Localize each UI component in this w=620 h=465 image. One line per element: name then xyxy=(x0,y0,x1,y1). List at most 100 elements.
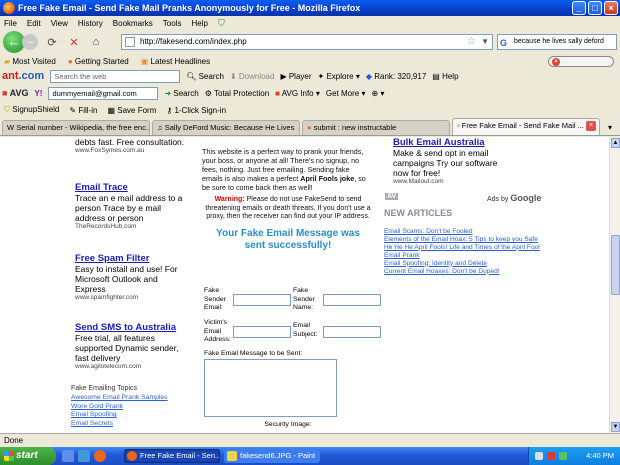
url-text: http://fakesend.com/index.php xyxy=(140,37,247,46)
task-paint[interactable]: fakesend6.JPG - Paint xyxy=(224,449,320,463)
topic-link[interactable]: Awesome Email Prank Samples xyxy=(71,394,191,403)
avg-get-more-button[interactable]: Get More ▾ xyxy=(326,89,366,98)
ad-send-sms[interactable]: Send SMS to Australia Free trial, all fe… xyxy=(75,322,193,370)
sender-email-field[interactable] xyxy=(233,294,291,306)
minimize-button[interactable]: _ xyxy=(572,1,586,15)
victim-email-field[interactable] xyxy=(233,326,291,338)
ad-debts[interactable]: debts fast. Free consultation. www.FoxSy… xyxy=(75,137,184,154)
close-icon: × xyxy=(552,58,560,66)
key-icon: ⚷ xyxy=(166,105,173,115)
ads-by-google[interactable]: Ads by Google xyxy=(487,193,541,203)
one-click-signin-button[interactable]: ⚷ 1-Click Sign-in xyxy=(166,106,226,115)
adchoices-icon[interactable]: AV xyxy=(385,193,399,200)
article-link[interactable]: Email Scams: Don't be Fooled xyxy=(384,228,608,236)
home-icon[interactable]: ⌂ xyxy=(88,36,104,48)
explore-icon: ✦ xyxy=(317,71,325,81)
success-message: Your Fake Email Message was sent success… xyxy=(216,228,360,251)
ant-search-button[interactable]: 🔍︎ Search xyxy=(186,72,224,81)
ad-body: Easy to install and use! For Microsoft O… xyxy=(75,264,178,294)
tray-network-icon[interactable] xyxy=(535,452,543,460)
sender-name-label: Fake Sender Name: xyxy=(293,287,315,311)
scroll-up-arrow-icon[interactable]: ▲ xyxy=(611,138,620,148)
avg-extra-icon[interactable]: ⊕ ▾ xyxy=(371,89,384,98)
topic-link[interactable]: Email Secrets xyxy=(71,420,191,429)
signupshield-button[interactable]: ⛉ SignupShield xyxy=(4,105,59,115)
ad-email-trace[interactable]: Email Trace Trace an e mail address to a… xyxy=(75,182,187,230)
yahoo-icon[interactable]: Y! xyxy=(34,89,42,98)
security-image-label: Security Image: xyxy=(264,421,312,428)
tab-wikipedia[interactable]: W Serial number - Wikipedia, the free en… xyxy=(2,120,150,135)
ad-body: Trace an e mail address to a person Trac… xyxy=(75,193,183,223)
reload-icon[interactable]: ⟳ xyxy=(44,36,60,49)
fill-in-button[interactable]: ✎ Fill-in xyxy=(69,106,97,115)
menu-edit[interactable]: Edit xyxy=(27,19,41,28)
bookmarks-toolbar: ▰ Most Visited ● Getting Started ▣ Lates… xyxy=(0,54,620,68)
shield-icon[interactable]: ⛉ xyxy=(218,18,225,29)
menu-bookmarks[interactable]: Bookmarks xyxy=(113,19,153,28)
tab-list-arrow-icon[interactable]: ▾ xyxy=(608,121,620,135)
quicklaunch-ie-icon[interactable] xyxy=(78,450,90,462)
menu-help[interactable]: Help xyxy=(191,19,207,28)
menu-history[interactable]: History xyxy=(78,19,103,28)
save-form-button[interactable]: ▦ Save Form xyxy=(107,106,156,115)
vertical-scrollbar[interactable]: ▲ ▼ xyxy=(609,137,620,433)
ant-help-button[interactable]: ▤ Help xyxy=(432,72,458,81)
ant-search-input[interactable]: Search the web xyxy=(50,69,181,83)
close-tab-icon[interactable]: × xyxy=(586,121,596,131)
ad-title[interactable]: Free Spam Filter xyxy=(75,253,187,264)
tray-shield-icon[interactable] xyxy=(559,452,567,460)
ad-title[interactable]: Send SMS to Australia xyxy=(75,322,193,333)
topic-link[interactable]: Wore Gold Prank xyxy=(71,403,191,412)
avg-search-button[interactable]: ➜ Search xyxy=(164,89,198,98)
article-link[interactable]: Email Prank xyxy=(384,252,608,260)
quicklaunch-desktop-icon[interactable] xyxy=(62,450,74,462)
tab-sally-deford[interactable]: ♫ Sally DeFord Music: Because He Lives xyxy=(152,120,300,135)
task-firefox[interactable]: Free Fake Email - Sen... xyxy=(124,449,220,463)
bookmark-most-visited[interactable]: ▰ Most Visited xyxy=(4,57,56,66)
sender-name-field[interactable] xyxy=(323,294,381,306)
scroll-thumb[interactable] xyxy=(611,235,620,295)
ad-bulk-email[interactable]: Bulk Email Australia Make & send opt in … xyxy=(393,137,503,185)
warning-text: Warning: Please do not use FakeSend to s… xyxy=(205,196,371,220)
menu-file[interactable]: File xyxy=(4,19,17,28)
article-link[interactable]: Elements of the Email Hoax: 5 Tips to ke… xyxy=(384,236,608,244)
ad-title[interactable]: Email Trace xyxy=(75,182,187,193)
menu-tools[interactable]: Tools xyxy=(163,19,182,28)
toolbar-close-pill[interactable]: × xyxy=(548,56,614,67)
maximize-button[interactable]: □ xyxy=(588,1,602,15)
url-dropdown-icon[interactable]: ▼ xyxy=(481,35,489,49)
web-search-input[interactable]: G because he lives sally deford xyxy=(497,34,617,50)
bookmark-getting-started[interactable]: ● Getting Started xyxy=(68,57,129,66)
article-link[interactable]: Email Spoofing: Identity and Delete xyxy=(384,260,608,268)
forward-button[interactable]: → xyxy=(22,34,38,50)
avg-info-button[interactable]: ■ AVG Info ▾ xyxy=(275,89,320,98)
article-link[interactable]: Current Email Hoaxes: Don't be Duped! xyxy=(384,268,608,276)
rank-icon: ◆ xyxy=(365,71,372,81)
tab-fake-email[interactable]: ▫ Free Fake Email - Send Fake Mail ... × xyxy=(452,118,600,135)
bookmark-latest-headlines[interactable]: ▣ Latest Headlines xyxy=(141,57,210,66)
tab-instructable[interactable]: ● submit : new instructable xyxy=(302,120,450,135)
start-button[interactable]: start xyxy=(0,447,56,465)
scroll-down-arrow-icon[interactable]: ▼ xyxy=(611,422,620,432)
ant-player-button[interactable]: ▶ Player xyxy=(280,72,311,81)
url-bar[interactable]: http://fakesend.com/index.php ☆ ▼ xyxy=(121,34,493,50)
navigation-toolbar: ← → ⟳ ✕ ⌂ http://fakesend.com/index.php … xyxy=(0,30,620,54)
topic-link[interactable]: Email Spoofing xyxy=(71,411,191,420)
tray-avg-icon[interactable] xyxy=(547,452,555,460)
ant-download-button[interactable]: ⬇ Download xyxy=(230,72,275,81)
avg-email-input[interactable]: dummyemail@gmail.com xyxy=(48,86,159,100)
article-link[interactable]: He He He April Fools! Life and Times of … xyxy=(384,244,608,252)
music-icon: ♫ xyxy=(157,123,163,132)
stop-icon[interactable]: ✕ xyxy=(66,36,82,49)
ad-spam-filter[interactable]: Free Spam Filter Easy to install and use… xyxy=(75,253,187,301)
quicklaunch-firefox-icon[interactable] xyxy=(94,450,106,462)
close-window-button[interactable]: × xyxy=(604,1,618,15)
ad-title[interactable]: Bulk Email Australia xyxy=(393,137,503,148)
avg-logo[interactable]: ■ AVG xyxy=(2,88,28,98)
bookmark-star-icon[interactable]: ☆ xyxy=(467,35,476,49)
email-subject-field[interactable] xyxy=(323,326,381,338)
avg-total-protection[interactable]: ⚙ Total Protection xyxy=(205,89,269,98)
message-textarea[interactable] xyxy=(204,359,337,417)
menu-view[interactable]: View xyxy=(51,19,68,28)
ant-explore-button[interactable]: ✦ Explore ▾ xyxy=(318,72,360,81)
